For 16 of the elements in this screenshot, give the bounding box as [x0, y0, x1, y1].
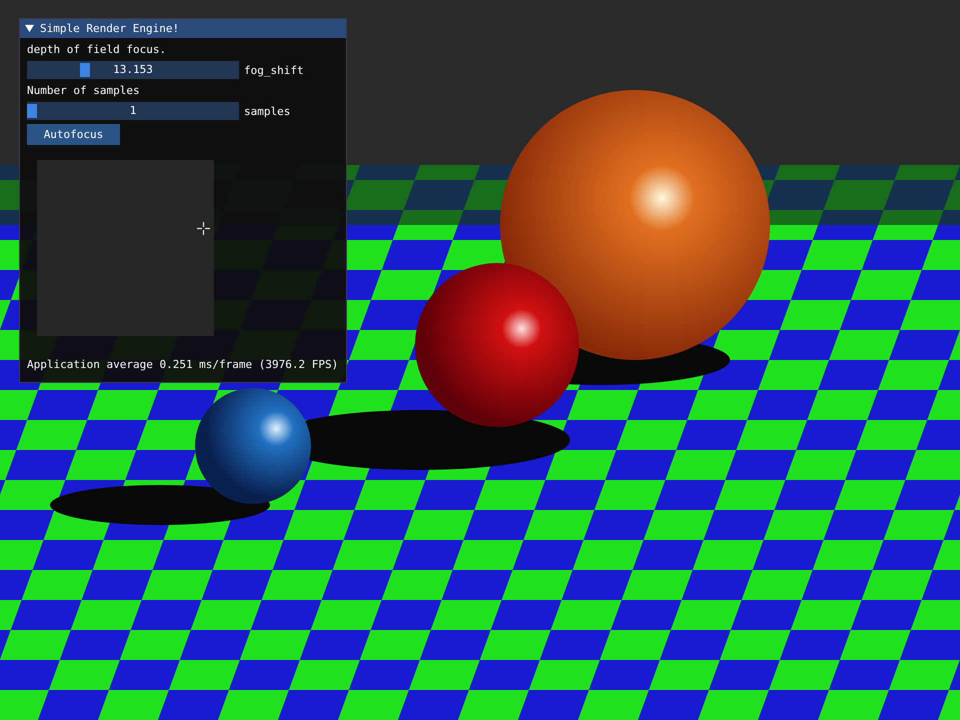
crosshair-cursor-icon — [197, 222, 210, 235]
slider-label: fog_shift — [244, 62, 304, 78]
slider-label: samples — [244, 104, 290, 118]
autofocus-button[interactable]: Autofocus — [27, 124, 120, 145]
label-text: depth of field focus. — [27, 42, 166, 57]
fps-text: Application average 0.251 ms/frame (3976.2 FPS) — [27, 357, 338, 372]
label-text: Number of samples — [27, 83, 140, 98]
window-titlebar[interactable]: Simple Render Engine! — [20, 19, 346, 38]
slider[interactable]: 1 — [27, 102, 239, 120]
slider-thumb[interactable] — [27, 104, 37, 118]
slider-value: 13.153 — [113, 63, 153, 77]
slider-value: 1 — [130, 104, 136, 118]
collapse-arrow-icon[interactable] — [25, 24, 34, 33]
window-title: Simple Render Engine! — [40, 21, 180, 36]
slider-thumb[interactable] — [80, 63, 90, 77]
slider[interactable]: 13.153 — [27, 61, 239, 79]
